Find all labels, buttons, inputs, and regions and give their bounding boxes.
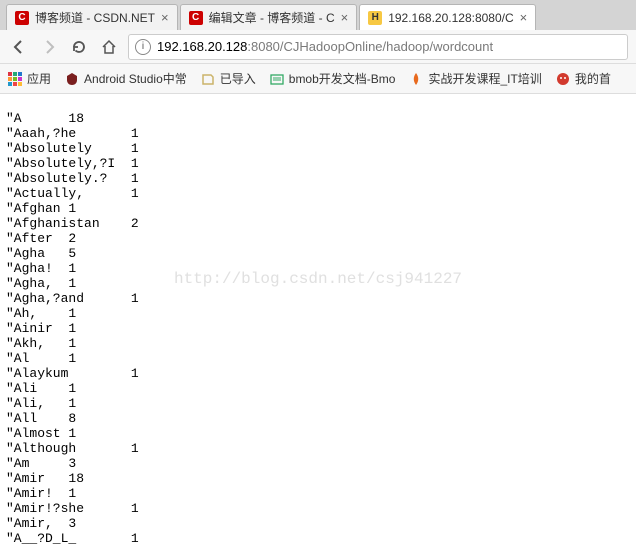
apps-label: 应用 [27,70,51,87]
url-path: :8080/CJHadoopOnline/hadoop/wordcount [247,39,493,54]
bookmark-label: 实战开发课程_IT培训 [428,70,541,87]
apps-button[interactable]: 应用 [8,70,51,87]
favicon-icon: C [15,11,29,25]
bookmark-icon [201,72,215,86]
bookmark-label: 我的首 [575,70,611,87]
home-button[interactable] [98,36,120,58]
close-icon[interactable]: × [161,10,169,25]
bookmark-icon [409,72,423,86]
bookmark-icon [65,72,79,86]
tab-title: 博客频道 - CSDN.NET [35,9,155,26]
browser-tab[interactable]: C 博客频道 - CSDN.NET × [6,4,178,30]
tab-title: 编辑文章 - 博客频道 - C [209,9,335,26]
favicon-icon: C [189,11,203,25]
url-input[interactable]: i 192.168.20.128:8080/CJHadoopOnline/had… [128,34,628,60]
close-icon[interactable]: × [341,10,349,25]
browser-tab[interactable]: C 编辑文章 - 博客频道 - C × [180,4,358,30]
tab-title: 192.168.20.128:8080/C [388,11,513,25]
bookmarks-bar: 应用 Android Studio中常 已导入 bmob开发文档-Bmo 实战开发课程… [0,64,636,94]
back-button[interactable] [8,36,30,58]
bookmark-item[interactable]: 实战开发课程_IT培训 [409,70,541,87]
bookmark-icon [556,72,570,86]
favicon-icon: H [368,11,382,25]
apps-icon [8,72,22,86]
reload-button[interactable] [68,36,90,58]
bookmark-item[interactable]: 我的首 [556,70,611,87]
bookmark-icon [270,72,284,86]
tab-bar: C 博客频道 - CSDN.NET × C 编辑文章 - 博客频道 - C × H 192.1… [0,0,636,30]
url-host: 192.168.20.128 [157,39,247,54]
bookmark-item[interactable]: Android Studio中常 [65,70,187,87]
bookmark-label: Android Studio中常 [84,70,187,87]
bookmark-item[interactable]: bmob开发文档-Bmo [270,70,396,87]
forward-button[interactable] [38,36,60,58]
browser-tab[interactable]: H 192.168.20.128:8080/C × [359,4,536,30]
site-info-icon[interactable]: i [135,39,151,55]
bookmark-label: 已导入 [220,70,256,87]
bookmark-item[interactable]: 已导入 [201,70,256,87]
wordcount-output: "A 18 "Aaah,?he 1 "Absolutely 1 "Absolut… [0,107,636,550]
address-bar: i 192.168.20.128:8080/CJHadoopOnline/had… [0,30,636,64]
bookmark-label: bmob开发文档-Bmo [289,70,396,87]
close-icon[interactable]: × [520,10,528,25]
